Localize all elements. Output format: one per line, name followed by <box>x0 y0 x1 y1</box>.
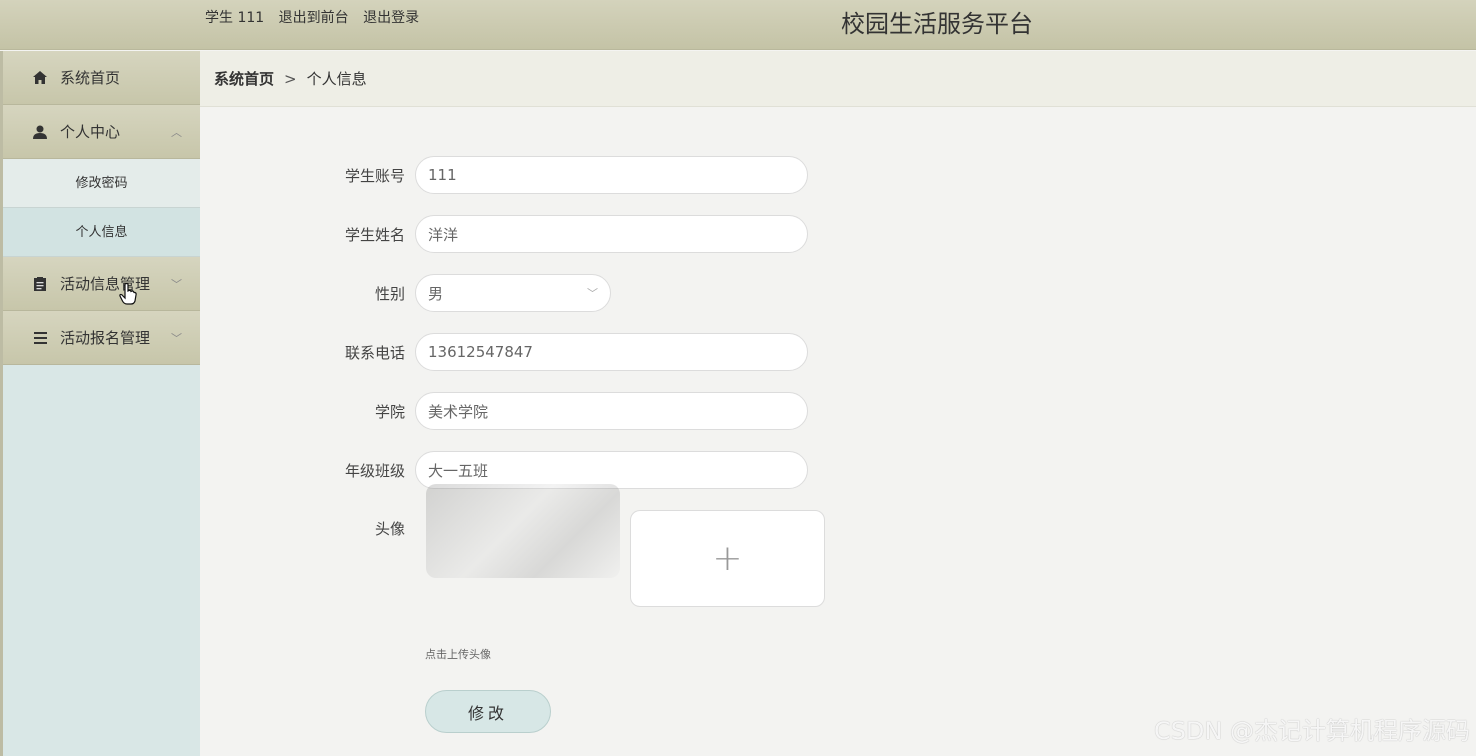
name-input[interactable]: 洋洋 <box>415 215 808 253</box>
upload-tip: 点击上传头像 <box>425 648 491 661</box>
submit-button[interactable]: 修改 <box>425 690 551 733</box>
top-links: 学生 111 退出到前台 退出登录 <box>205 0 429 36</box>
gender-select[interactable]: 男 ﹀ <box>415 274 611 312</box>
sidebar-item-label: 活动报名管理 <box>60 329 151 347</box>
hand-cursor-icon <box>119 283 137 305</box>
phone-input[interactable]: 13612547847 <box>415 333 808 371</box>
sidebar-item-home[interactable]: 系统首页 <box>3 51 200 105</box>
breadcrumb: 系统首页 > 个人信息 <box>200 51 1476 107</box>
sidebar-item-activity-info[interactable]: 活动信息管理 ﹀ <box>3 257 200 311</box>
watermark: CSDN @杰记计算机程序源码 <box>1153 717 1470 745</box>
class-label: 年级班级 <box>344 461 405 480</box>
home-icon <box>33 71 47 85</box>
sidebar-subitem-change-password[interactable]: 修改密码 <box>3 159 200 208</box>
phone-label: 联系电话 <box>344 343 405 362</box>
chevron-up-icon: ︿ <box>171 125 182 139</box>
account-input[interactable]: 111 <box>415 156 808 194</box>
main-content: 学生账号 111 学生姓名 洋洋 性别 男 ﹀ 联系电话 13612547847… <box>200 107 1476 756</box>
form-row-name: 学生姓名 洋洋 <box>200 215 808 253</box>
gender-label: 性别 <box>374 284 405 303</box>
college-input[interactable]: 美术学院 <box>415 392 808 430</box>
avatar-preview <box>426 484 620 578</box>
avatar-label: 头像 <box>374 520 405 538</box>
top-header: 学生 111 退出到前台 退出登录 校园生活服务平台 <box>0 0 1476 50</box>
exit-to-front-link[interactable]: 退出到前台 <box>279 10 349 26</box>
form-row-college: 学院 美术学院 <box>200 392 808 430</box>
site-title: 校园生活服务平台 <box>841 10 1033 38</box>
breadcrumb-current: 个人信息 <box>306 70 367 88</box>
sidebar-item-personal-center[interactable]: 个人中心 ︿ <box>3 105 200 159</box>
user-label: 学生 111 <box>205 10 265 26</box>
breadcrumb-home-link[interactable]: 系统首页 <box>214 68 274 89</box>
user-icon <box>33 125 47 139</box>
list-icon <box>33 331 47 345</box>
sidebar-subitem-personal-info[interactable]: 个人信息 <box>3 208 200 257</box>
chevron-down-icon: ﹀ <box>171 277 182 291</box>
sidebar-item-activity-signup[interactable]: 活动报名管理 ﹀ <box>3 311 200 365</box>
chevron-down-icon: ﹀ <box>587 287 598 300</box>
name-label: 学生姓名 <box>344 225 405 244</box>
sidebar-item-label: 个人中心 <box>60 123 121 141</box>
logout-link[interactable]: 退出登录 <box>363 10 419 26</box>
chevron-down-icon: ﹀ <box>171 331 182 345</box>
form-row-phone: 联系电话 13612547847 <box>200 333 808 371</box>
form-row-account: 学生账号 111 <box>200 156 808 194</box>
form-row-gender: 性别 男 ﹀ <box>200 274 611 312</box>
college-label: 学院 <box>374 402 405 421</box>
breadcrumb-separator: > <box>284 69 297 88</box>
account-label: 学生账号 <box>344 166 405 185</box>
sidebar: 系统首页 个人中心 ︿ 修改密码 个人信息 活动信息管理 ﹀ 活动报名管理 ﹀ <box>0 51 200 756</box>
avatar-upload-button[interactable]: + <box>630 510 825 607</box>
clipboard-icon <box>33 276 47 291</box>
sidebar-item-label: 系统首页 <box>60 69 121 87</box>
gender-select-value: 男 <box>428 284 444 303</box>
